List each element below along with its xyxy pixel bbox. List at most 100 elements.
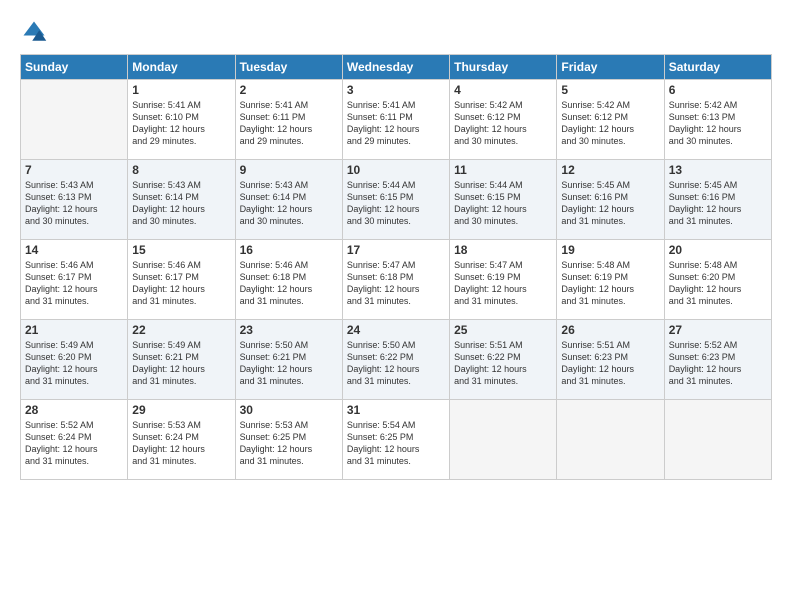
calendar: SundayMondayTuesdayWednesdayThursdayFrid… (20, 54, 772, 480)
calendar-cell: 10 Sunrise: 5:44 AM Sunset: 6:15 PM Dayli… (342, 160, 449, 240)
day-info: Sunrise: 5:44 AM Sunset: 6:15 PM Dayligh… (347, 179, 445, 228)
calendar-cell: 2 Sunrise: 5:41 AM Sunset: 6:11 PM Daylig… (235, 80, 342, 160)
day-number: 12 (561, 163, 659, 177)
day-number: 10 (347, 163, 445, 177)
day-number: 20 (669, 243, 767, 257)
day-number: 30 (240, 403, 338, 417)
calendar-cell: 8Sunrise: 5:43 AM Sunset: 6:14 PM Daylig… (128, 160, 235, 240)
day-info: Sunrise: 5:53 AM Sunset: 6:24 PM Dayligh… (132, 419, 230, 468)
day-number: 17 (347, 243, 445, 257)
day-info: Sunrise: 5:53 AM Sunset: 6:25 PM Dayligh… (240, 419, 338, 468)
calendar-cell (557, 400, 664, 480)
calendar-header: SundayMondayTuesdayWednesdayThursdayFrid… (21, 55, 772, 80)
day-number: 28 (25, 403, 123, 417)
calendar-cell: 16 Sunrise: 5:46 AM Sunset: 6:18 PM Dayli… (235, 240, 342, 320)
calendar-cell: 6Sunrise: 5:42 AM Sunset: 6:13 PM Daylig… (664, 80, 771, 160)
day-info: Sunrise: 5:46 AM Sunset: 6:17 PM Dayligh… (132, 259, 230, 308)
day-info: Sunrise: 5:41 AM Sunset: 6:11 PM Dayligh… (347, 99, 445, 148)
calendar-cell: 4 Sunrise: 5:42 AM Sunset: 6:12 PM Daylig… (450, 80, 557, 160)
day-number: 23 (240, 323, 338, 337)
weekday-monday: Monday (128, 55, 235, 80)
day-info: Sunrise: 5:47 AM Sunset: 6:19 PM Dayligh… (454, 259, 552, 308)
weekday-saturday: Saturday (664, 55, 771, 80)
calendar-cell: 1Sunrise: 5:41 AM Sunset: 6:10 PM Daylig… (128, 80, 235, 160)
calendar-cell: 28 Sunrise: 5:52 AM Sunset: 6:24 PM Dayli… (21, 400, 128, 480)
day-number: 29 (132, 403, 230, 417)
day-number: 2 (240, 83, 338, 97)
calendar-cell: 24 Sunrise: 5:50 AM Sunset: 6:22 PM Dayli… (342, 320, 449, 400)
calendar-week-3: 14Sunrise: 5:46 AM Sunset: 6:17 PM Dayli… (21, 240, 772, 320)
day-number: 5 (561, 83, 659, 97)
calendar-cell: 26 Sunrise: 5:51 AM Sunset: 6:23 PM Dayli… (557, 320, 664, 400)
weekday-friday: Friday (557, 55, 664, 80)
day-info: Sunrise: 5:49 AM Sunset: 6:20 PM Dayligh… (25, 339, 123, 388)
calendar-cell: 11 Sunrise: 5:44 AM Sunset: 6:15 PM Dayli… (450, 160, 557, 240)
calendar-week-1: 1Sunrise: 5:41 AM Sunset: 6:10 PM Daylig… (21, 80, 772, 160)
calendar-cell (664, 400, 771, 480)
calendar-cell: 18 Sunrise: 5:47 AM Sunset: 6:19 PM Dayli… (450, 240, 557, 320)
calendar-week-4: 21Sunrise: 5:49 AM Sunset: 6:20 PM Dayli… (21, 320, 772, 400)
day-number: 16 (240, 243, 338, 257)
day-number: 26 (561, 323, 659, 337)
calendar-cell: 30 Sunrise: 5:53 AM Sunset: 6:25 PM Dayli… (235, 400, 342, 480)
calendar-cell: 22Sunrise: 5:49 AM Sunset: 6:21 PM Dayli… (128, 320, 235, 400)
day-info: Sunrise: 5:52 AM Sunset: 6:24 PM Dayligh… (25, 419, 123, 468)
calendar-cell: 31 Sunrise: 5:54 AM Sunset: 6:25 PM Dayli… (342, 400, 449, 480)
day-info: Sunrise: 5:52 AM Sunset: 6:23 PM Dayligh… (669, 339, 767, 388)
calendar-cell: 15 Sunrise: 5:46 AM Sunset: 6:17 PM Dayli… (128, 240, 235, 320)
day-number: 9 (240, 163, 338, 177)
logo-icon (20, 18, 48, 46)
day-info: Sunrise: 5:42 AM Sunset: 6:12 PM Dayligh… (561, 99, 659, 148)
day-info: Sunrise: 5:43 AM Sunset: 6:13 PM Dayligh… (25, 179, 123, 228)
day-number: 27 (669, 323, 767, 337)
calendar-cell: 3 Sunrise: 5:41 AM Sunset: 6:11 PM Daylig… (342, 80, 449, 160)
day-info: Sunrise: 5:48 AM Sunset: 6:20 PM Dayligh… (669, 259, 767, 308)
day-info: Sunrise: 5:41 AM Sunset: 6:10 PM Dayligh… (132, 99, 230, 148)
day-number: 31 (347, 403, 445, 417)
day-number: 18 (454, 243, 552, 257)
calendar-cell: 12 Sunrise: 5:45 AM Sunset: 6:16 PM Dayli… (557, 160, 664, 240)
weekday-thursday: Thursday (450, 55, 557, 80)
day-info: Sunrise: 5:47 AM Sunset: 6:18 PM Dayligh… (347, 259, 445, 308)
day-info: Sunrise: 5:44 AM Sunset: 6:15 PM Dayligh… (454, 179, 552, 228)
day-number: 8 (132, 163, 230, 177)
calendar-cell (450, 400, 557, 480)
day-number: 11 (454, 163, 552, 177)
day-number: 15 (132, 243, 230, 257)
calendar-cell: 23 Sunrise: 5:50 AM Sunset: 6:21 PM Dayli… (235, 320, 342, 400)
weekday-tuesday: Tuesday (235, 55, 342, 80)
header (20, 18, 772, 46)
weekday-sunday: Sunday (21, 55, 128, 80)
calendar-cell: 17 Sunrise: 5:47 AM Sunset: 6:18 PM Dayli… (342, 240, 449, 320)
day-info: Sunrise: 5:45 AM Sunset: 6:16 PM Dayligh… (669, 179, 767, 228)
calendar-cell: 19 Sunrise: 5:48 AM Sunset: 6:19 PM Dayli… (557, 240, 664, 320)
calendar-cell: 14Sunrise: 5:46 AM Sunset: 6:17 PM Dayli… (21, 240, 128, 320)
day-info: Sunrise: 5:45 AM Sunset: 6:16 PM Dayligh… (561, 179, 659, 228)
day-number: 3 (347, 83, 445, 97)
calendar-cell: 29 Sunrise: 5:53 AM Sunset: 6:24 PM Dayli… (128, 400, 235, 480)
calendar-cell: 9 Sunrise: 5:43 AM Sunset: 6:14 PM Daylig… (235, 160, 342, 240)
day-info: Sunrise: 5:49 AM Sunset: 6:21 PM Dayligh… (132, 339, 230, 388)
calendar-cell (21, 80, 128, 160)
day-number: 19 (561, 243, 659, 257)
day-number: 6 (669, 83, 767, 97)
day-info: Sunrise: 5:50 AM Sunset: 6:22 PM Dayligh… (347, 339, 445, 388)
day-info: Sunrise: 5:51 AM Sunset: 6:23 PM Dayligh… (561, 339, 659, 388)
day-info: Sunrise: 5:46 AM Sunset: 6:18 PM Dayligh… (240, 259, 338, 308)
calendar-cell: 25Sunrise: 5:51 AM Sunset: 6:22 PM Dayli… (450, 320, 557, 400)
calendar-week-5: 28 Sunrise: 5:52 AM Sunset: 6:24 PM Dayli… (21, 400, 772, 480)
day-info: Sunrise: 5:43 AM Sunset: 6:14 PM Dayligh… (240, 179, 338, 228)
day-info: Sunrise: 5:50 AM Sunset: 6:21 PM Dayligh… (240, 339, 338, 388)
day-info: Sunrise: 5:48 AM Sunset: 6:19 PM Dayligh… (561, 259, 659, 308)
calendar-cell: 5 Sunrise: 5:42 AM Sunset: 6:12 PM Daylig… (557, 80, 664, 160)
day-number: 24 (347, 323, 445, 337)
logo (20, 18, 51, 46)
weekday-header-row: SundayMondayTuesdayWednesdayThursdayFrid… (21, 55, 772, 80)
day-info: Sunrise: 5:41 AM Sunset: 6:11 PM Dayligh… (240, 99, 338, 148)
day-info: Sunrise: 5:54 AM Sunset: 6:25 PM Dayligh… (347, 419, 445, 468)
day-info: Sunrise: 5:42 AM Sunset: 6:12 PM Dayligh… (454, 99, 552, 148)
calendar-cell: 21Sunrise: 5:49 AM Sunset: 6:20 PM Dayli… (21, 320, 128, 400)
calendar-cell: 27 Sunrise: 5:52 AM Sunset: 6:23 PM Dayli… (664, 320, 771, 400)
day-number: 4 (454, 83, 552, 97)
day-number: 13 (669, 163, 767, 177)
